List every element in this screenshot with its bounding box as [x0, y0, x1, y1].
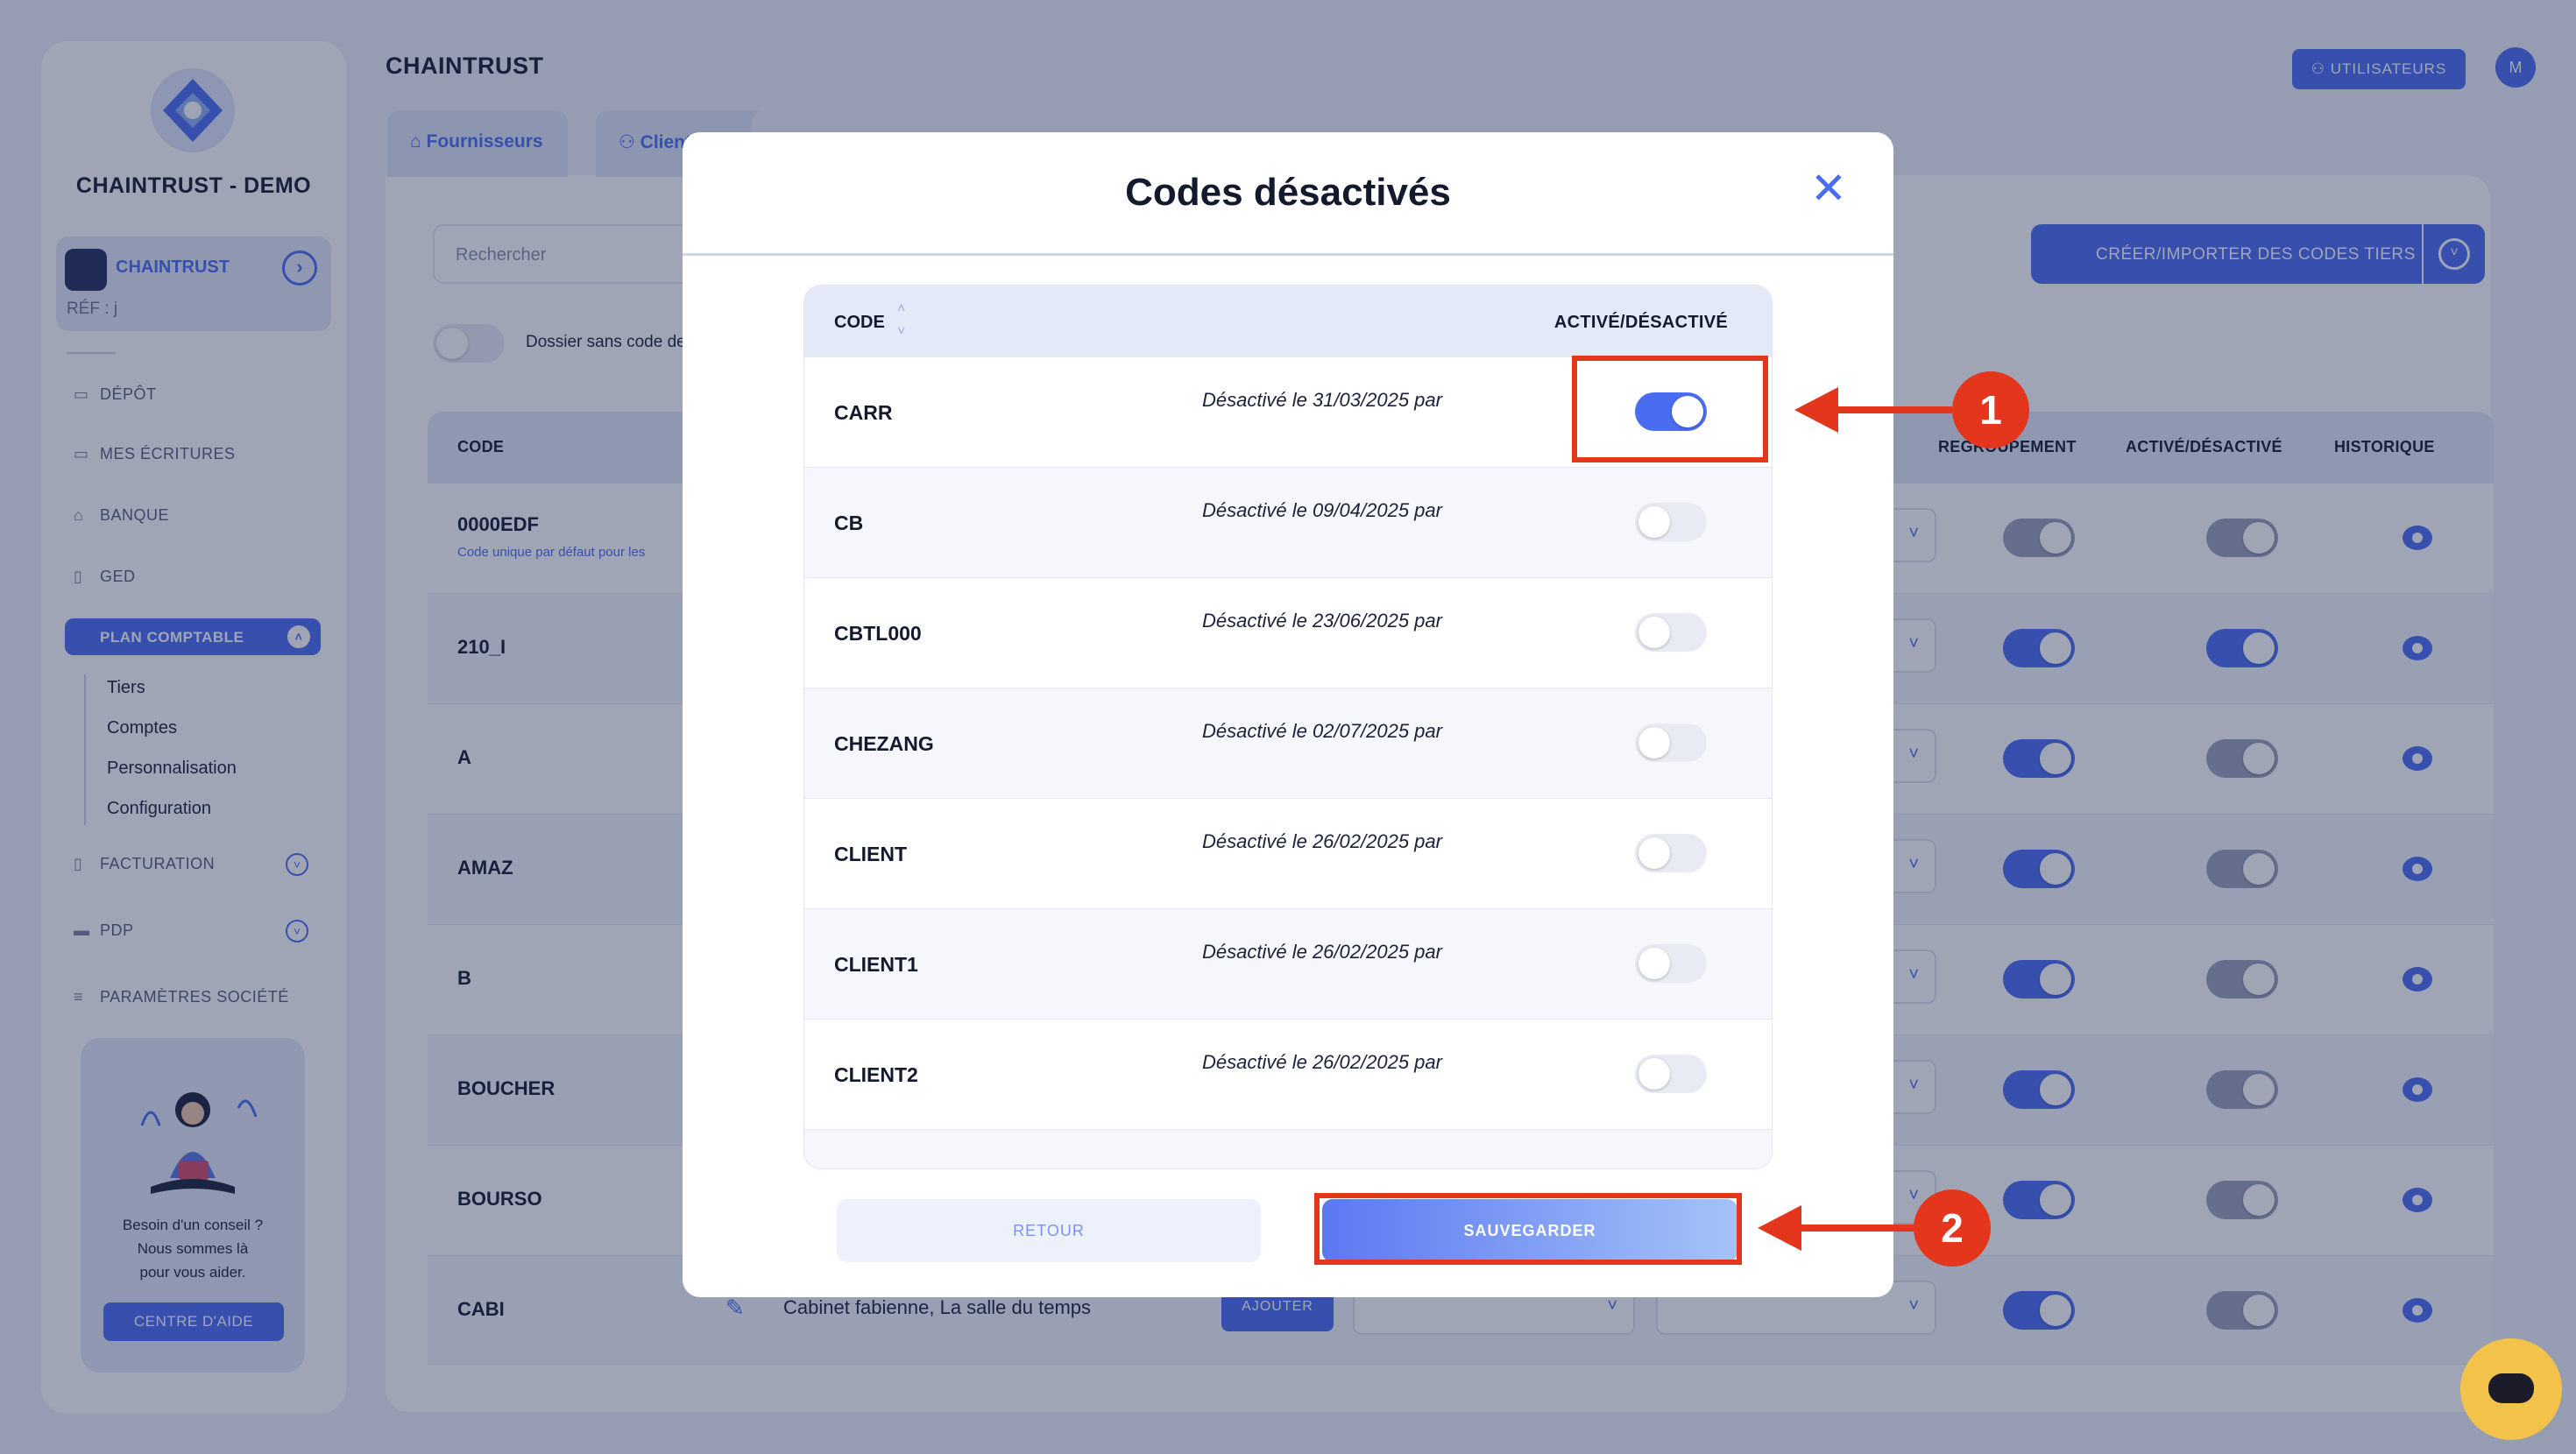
close-icon[interactable]: ✕ — [1808, 166, 1850, 210]
modal-row-toggle[interactable] — [1635, 723, 1707, 762]
modal-row-desc: Désactivé le 09/04/2025 par — [1202, 499, 1442, 521]
modal-row: CHEZANG Désactivé le 02/07/2025 par — [804, 688, 1772, 799]
modal-row-toggle[interactable] — [1635, 1055, 1707, 1093]
annotation-arrowhead-2 — [1758, 1205, 1801, 1251]
annotation-badge-1: 1 — [1952, 371, 2029, 448]
modal-row: CLIENT1 Désactivé le 26/02/2025 par — [804, 909, 1772, 1020]
back-button[interactable]: RETOUR — [837, 1199, 1261, 1262]
annotation-arrow-1 — [1836, 406, 1952, 413]
modal-row-desc: Désactivé le 26/02/2025 par — [1202, 1051, 1442, 1073]
modal-row: CLIENT Désactivé le 26/02/2025 par — [804, 799, 1772, 909]
modal-row-code: CLIENT2 — [834, 1063, 918, 1086]
disabled-codes-modal: Codes désactivés ✕ CODE ˄ ˅ ACTIVÉ/DÉSACT… — [683, 132, 1893, 1297]
modal-row-partial — [804, 1130, 1772, 1168]
modal-row-code: CHEZANG — [834, 732, 934, 755]
annotation-arrow-2 — [1800, 1225, 1915, 1232]
modal-row-code: CLIENT1 — [834, 953, 918, 976]
annotation-box-1 — [1572, 356, 1768, 462]
sort-icon[interactable]: ˄ ˅ — [897, 298, 905, 343]
modal-col-code[interactable]: CODE — [834, 313, 885, 333]
modal-row-toggle[interactable] — [1635, 834, 1707, 872]
modal-row: CBTL000 Désactivé le 23/06/2025 par — [804, 578, 1772, 688]
modal-row-desc: Désactivé le 26/02/2025 par — [1202, 941, 1442, 963]
modal-row-code: CLIENT — [834, 843, 908, 865]
annotation-badge-2: 2 — [1914, 1189, 1991, 1267]
annotation-box-2 — [1314, 1193, 1742, 1265]
modal-table-header: CODE ˄ ˅ ACTIVÉ/DÉSACTIVÉ — [804, 286, 1772, 357]
modal-divider — [683, 253, 1893, 256]
annotation-arrowhead-1 — [1794, 387, 1838, 433]
modal-row-desc: Désactivé le 02/07/2025 par — [1202, 720, 1442, 742]
modal-row-toggle[interactable] — [1635, 944, 1707, 983]
modal-row-toggle[interactable] — [1635, 503, 1707, 541]
modal-row-desc: Désactivé le 26/02/2025 par — [1202, 830, 1442, 852]
modal-row-desc: Désactivé le 23/06/2025 par — [1202, 610, 1442, 632]
modal-row-code: CBTL000 — [834, 622, 922, 645]
modal-row: CLIENT2 Désactivé le 26/02/2025 par — [804, 1020, 1772, 1130]
modal-title: Codes désactivés — [1125, 171, 1451, 214]
modal-col-active: ACTIVÉ/DÉSACTIVÉ — [1553, 313, 1728, 332]
modal-row: CB Désactivé le 09/04/2025 par — [804, 468, 1772, 578]
modal-row-toggle[interactable] — [1635, 613, 1707, 652]
modal-row-code: CARR — [834, 401, 893, 424]
modal-row-code: CB — [834, 512, 864, 534]
modal-row-desc: Désactivé le 31/03/2025 par — [1202, 389, 1442, 411]
chat-icon[interactable] — [2460, 1338, 2562, 1440]
